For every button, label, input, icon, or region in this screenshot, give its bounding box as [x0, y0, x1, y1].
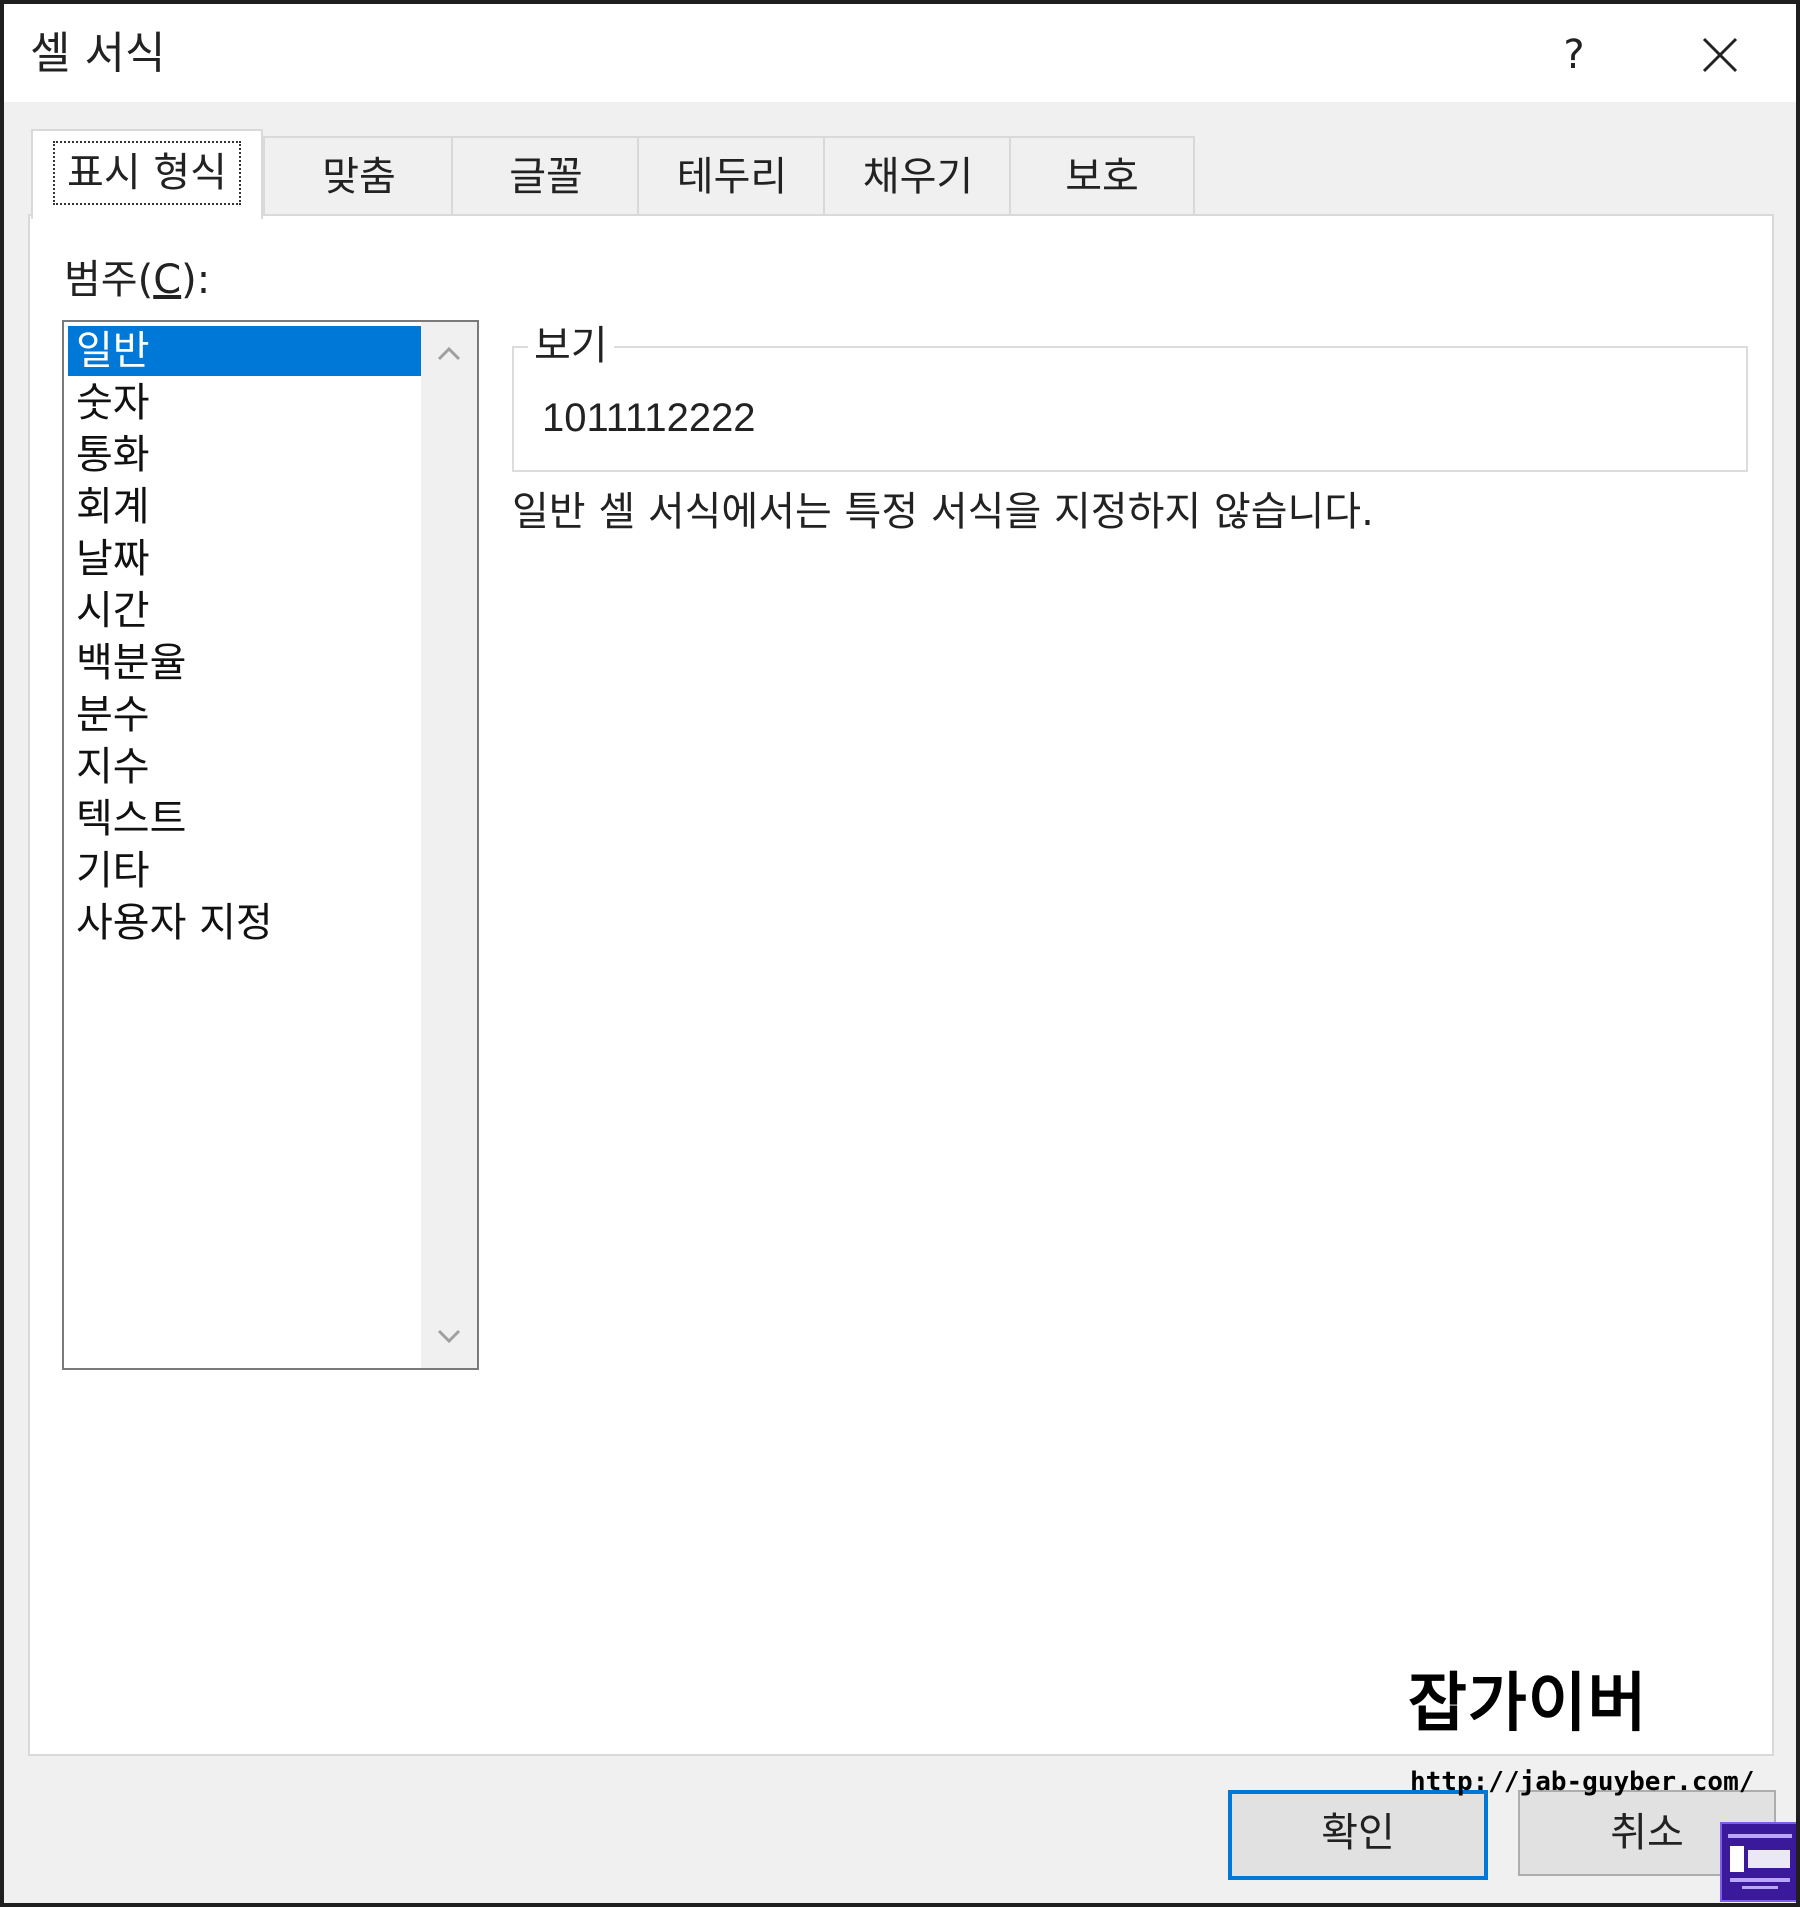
category-label-accel: C [153, 257, 182, 303]
format-cells-dialog: 셀 서식 ? 표시 형식 맞춤 글꼴 테두리 채우기 보호 범주(C): 일반 … [0, 0, 1800, 1907]
category-label-suffix: ): [181, 257, 211, 303]
category-item-date[interactable]: 날짜 [68, 534, 422, 584]
close-icon [1702, 37, 1738, 73]
category-label-prefix: 범주( [64, 257, 154, 303]
watermark-logo [1720, 1822, 1796, 1902]
tab-protection-label: 보호 [1065, 154, 1139, 200]
chevron-up-icon [437, 346, 461, 361]
category-item-time[interactable]: 시간 [68, 586, 422, 636]
sample-value: 1011112222 [542, 396, 756, 440]
category-item-currency[interactable]: 통화 [68, 430, 422, 480]
category-listbox[interactable]: 일반 숫자 통화 회계 날짜 시간 백분율 분수 지수 텍스트 기타 사용자 지… [62, 320, 479, 1370]
ok-button[interactable]: 확인 [1228, 1790, 1488, 1880]
tab-border[interactable]: 테두리 [637, 136, 827, 216]
tab-number[interactable]: 표시 형식 [31, 129, 263, 219]
sample-legend: 보기 [528, 318, 614, 374]
watermark-name: 잡가이버 [1408, 1667, 1648, 1741]
category-item-general[interactable]: 일반 [68, 326, 422, 376]
category-item-percentage[interactable]: 백분율 [68, 638, 422, 688]
tab-alignment[interactable]: 맞춤 [263, 136, 455, 216]
tab-font-label: 글꼴 [509, 154, 583, 200]
watermark-url: http://jab-guyber.com/ [1410, 1767, 1755, 1797]
category-item-accounting[interactable]: 회계 [68, 482, 422, 532]
category-scrollbar[interactable] [421, 322, 477, 1368]
title-bar: 셀 서식 ? [4, 4, 1796, 102]
dialog-title: 셀 서식 [30, 28, 166, 79]
scroll-up-button[interactable] [421, 326, 477, 380]
tab-protection[interactable]: 보호 [1009, 136, 1195, 216]
category-description: 일반 셀 서식에서는 특정 서식을 지정하지 않습니다. [512, 489, 1374, 535]
category-item-text[interactable]: 텍스트 [68, 794, 422, 844]
close-button[interactable] [1680, 20, 1760, 90]
category-item-custom[interactable]: 사용자 지정 [68, 898, 422, 948]
tab-font[interactable]: 글꼴 [451, 136, 641, 216]
tab-border-label: 테두리 [676, 154, 788, 200]
watermark-logo-icon [1728, 1834, 1792, 1889]
tab-alignment-label: 맞춤 [322, 154, 396, 200]
scroll-down-button[interactable] [421, 1310, 477, 1364]
help-button[interactable]: ? [1534, 20, 1614, 90]
category-item-number[interactable]: 숫자 [68, 378, 422, 428]
category-label: 범주(C): [64, 252, 210, 308]
tab-number-label: 표시 형식 [53, 141, 241, 205]
category-item-special[interactable]: 기타 [68, 846, 422, 896]
sample-group: 보기 1011112222 [512, 318, 1748, 472]
category-item-scientific[interactable]: 지수 [68, 742, 422, 792]
category-item-fraction[interactable]: 분수 [68, 690, 422, 740]
tab-fill[interactable]: 채우기 [823, 136, 1013, 216]
chevron-down-icon [437, 1329, 461, 1344]
tab-fill-label: 채우기 [862, 154, 974, 200]
tab-panel-number: 범주(C): 일반 숫자 통화 회계 날짜 시간 백분율 분수 지수 텍스트 기… [28, 214, 1774, 1756]
